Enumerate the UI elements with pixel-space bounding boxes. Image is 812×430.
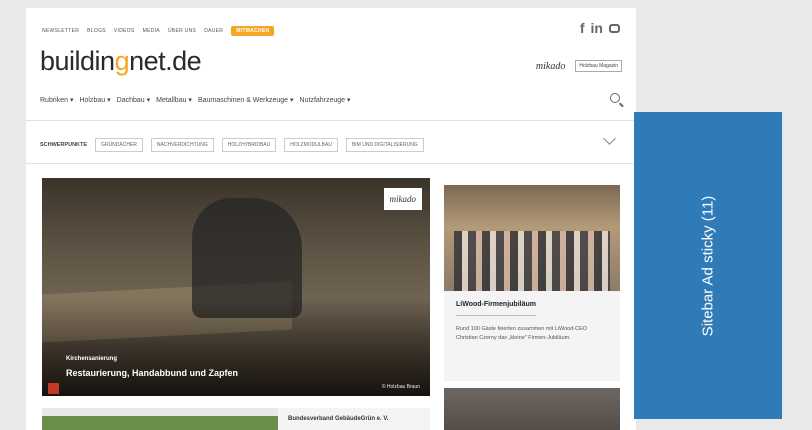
focus-chip-holzmodulbau[interactable]: Holzmodulbau — [284, 138, 338, 152]
article-card-image — [444, 185, 620, 291]
article-card-title[interactable]: LiWood-Firmenjubiläum — [456, 301, 536, 308]
logo-text-2: net.de — [129, 46, 202, 76]
hero-article[interactable]: mikado Kirchensanierung Restaurierung, H… — [42, 178, 430, 396]
chevron-down-icon[interactable] — [603, 132, 616, 145]
topnav-media[interactable]: Media — [143, 28, 160, 34]
hero-image-overlay — [42, 178, 430, 396]
article-card-image-crowd — [454, 231, 610, 291]
sidebar-sticky-ad[interactable]: Sitebar Ad sticky (11) — [634, 112, 782, 419]
partner-logos: mikado Holzbau Magazin — [536, 60, 622, 72]
ad-label: Sitebar Ad sticky (11) — [699, 195, 717, 336]
magazine-logo[interactable]: Holzbau Magazin — [575, 60, 622, 72]
divider — [456, 315, 536, 316]
topnav-about[interactable]: Über uns — [168, 28, 196, 34]
logo-text-1: buildin — [40, 46, 115, 76]
article-card-image[interactable] — [444, 388, 620, 430]
focus-chip-holzhybridbau[interactable]: Holzhybridbau — [221, 138, 277, 152]
main-navigation: Rubriken ▾ Holzbau ▾ Dachbau ▾ Metallbau… — [40, 96, 351, 104]
social-links: f in — [580, 20, 620, 36]
camera-icon — [48, 383, 59, 394]
mainnav-metallbau[interactable]: Metallbau ▾ — [156, 96, 192, 104]
hero-kicker: Kirchensanierung — [66, 356, 118, 362]
mainnav-holzbau[interactable]: Holzbau ▾ — [79, 96, 110, 104]
hero-photo-credit: © Holzbau Braun — [381, 384, 420, 390]
article-card[interactable]: LiWood-Firmenjubiläum Rund 100 Gäste fei… — [444, 185, 620, 381]
linkedin-icon[interactable]: in — [591, 20, 603, 36]
mainnav-baumaschinen[interactable]: Baumaschinen & Werkzeuge ▾ — [198, 96, 294, 104]
focus-topics-bar: SCHWERPUNKTE Gründächer Nachverdichtung … — [40, 138, 424, 152]
topnav-blogs[interactable]: Blogs — [87, 28, 106, 34]
site-logo[interactable]: buildingnet.de — [40, 46, 202, 77]
hero-title[interactable]: Restaurierung, Handabbund und Zapfen — [66, 368, 238, 378]
mainnav-nutzfahrzeuge[interactable]: Nutzfahrzeuge ▾ — [300, 96, 351, 104]
top-navigation: Newsletter Blogs Videos Media Über uns D… — [42, 26, 275, 36]
article-row[interactable]: Bundesverband GebäudeGrün e. V. — [42, 408, 430, 430]
topnav-videos[interactable]: Videos — [114, 28, 135, 34]
mikado-logo[interactable]: mikado — [536, 61, 565, 72]
topnav-highlight-button[interactable]: Mitmachen — [231, 26, 275, 36]
mainnav-rubriken[interactable]: Rubriken ▾ — [40, 96, 73, 104]
hero-partner-badge: mikado — [383, 188, 422, 210]
focus-label: SCHWERPUNKTE — [40, 142, 88, 148]
logo-accent: g — [114, 46, 130, 76]
divider — [26, 163, 636, 164]
article-row-title[interactable]: Bundesverband GebäudeGrün e. V. — [288, 416, 388, 422]
facebook-icon[interactable]: f — [580, 20, 585, 36]
divider — [26, 120, 636, 121]
focus-chip-bim[interactable]: BIM und Digitalisierung — [345, 138, 424, 152]
article-card-teaser: Rund 100 Gäste feierten zusammen mit LiW… — [456, 326, 588, 341]
topnav-dauer[interactable]: Dauer — [204, 28, 223, 34]
website-frame: Newsletter Blogs Videos Media Über uns D… — [26, 8, 636, 430]
mainnav-dachbau[interactable]: Dachbau ▾ — [117, 96, 150, 104]
focus-chip-gruendaecher[interactable]: Gründächer — [95, 138, 143, 152]
article-row-image — [42, 408, 278, 430]
instagram-icon[interactable] — [609, 23, 620, 33]
topnav-newsletter[interactable]: Newsletter — [42, 28, 79, 34]
focus-chip-nachverdichtung[interactable]: Nachverdichtung — [150, 138, 214, 152]
search-icon[interactable] — [610, 93, 620, 103]
